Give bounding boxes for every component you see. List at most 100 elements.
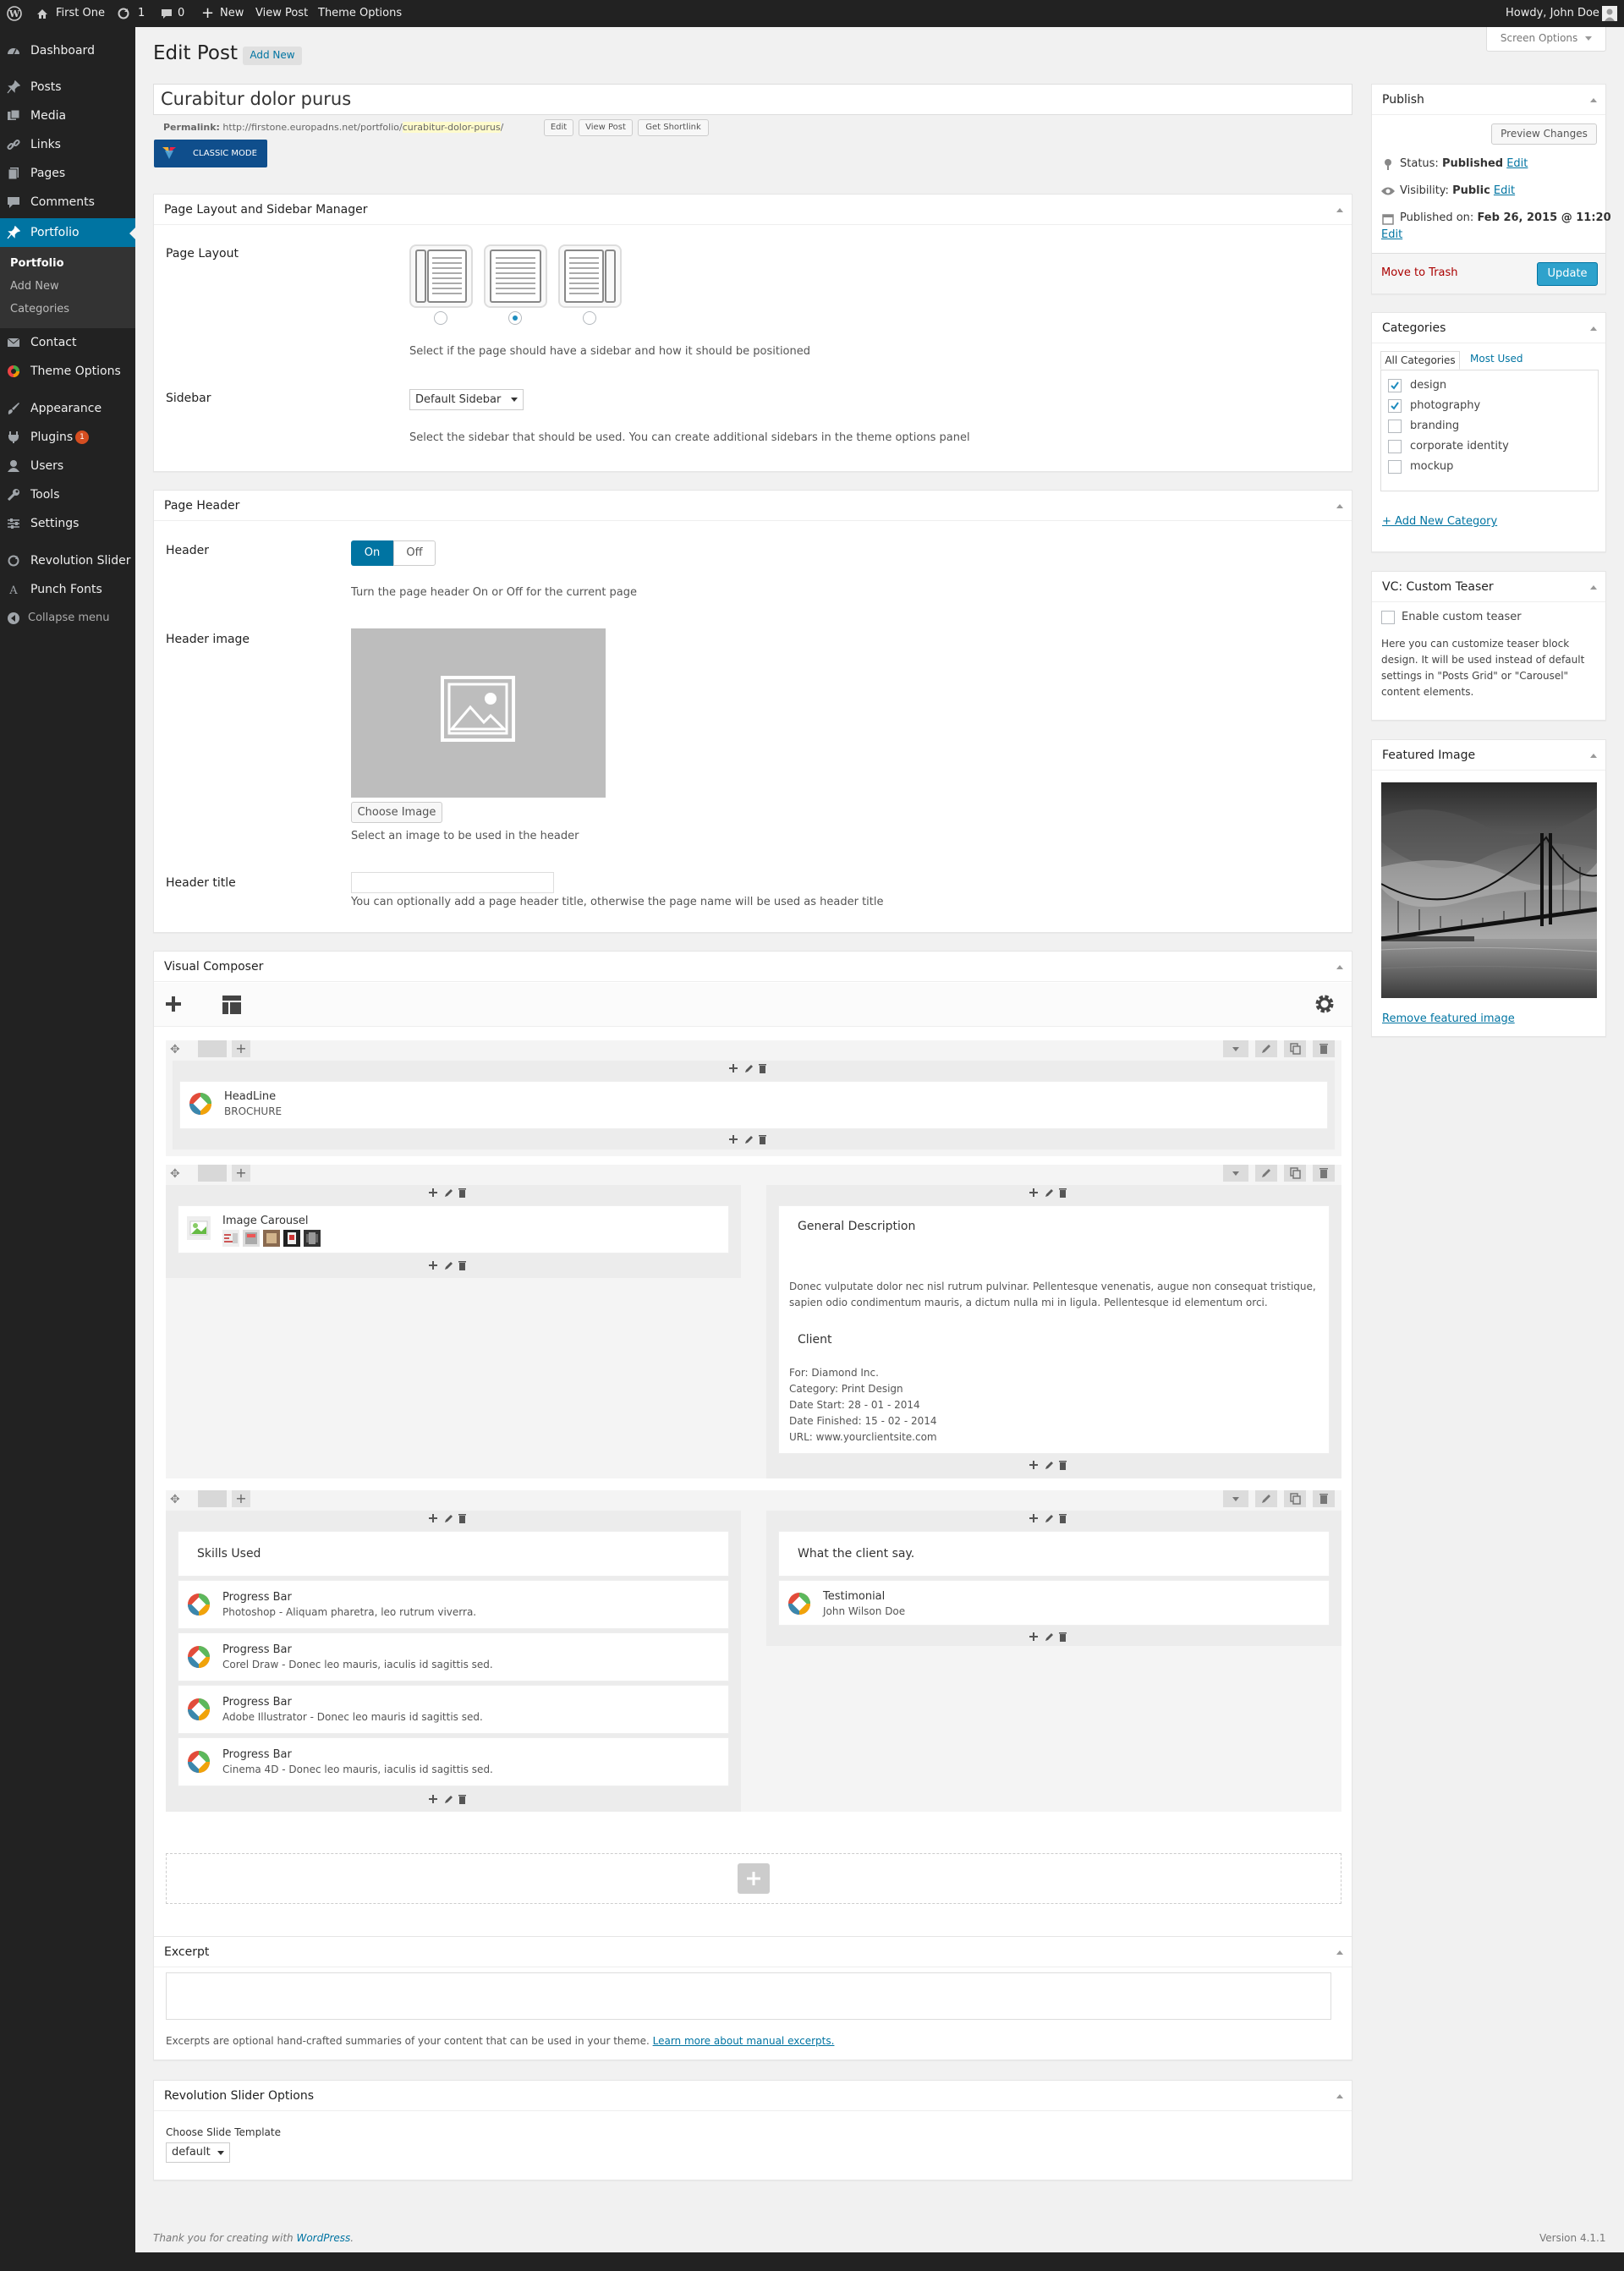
menu-item-plugins[interactable]: Plugins 1 [0, 423, 135, 452]
client-say-title-element[interactable]: What the client say. [778, 1531, 1330, 1577]
excerpt-learn-more-link[interactable]: Learn more about manual excerpts. [653, 2035, 835, 2047]
box-title[interactable]: VC: Custom Teaser [1372, 572, 1605, 602]
featured-image[interactable] [1381, 782, 1597, 998]
menu-item-pages[interactable]: Pages [0, 159, 135, 188]
toggle-arrow-icon[interactable] [1336, 2094, 1343, 2098]
visibility-edit-link[interactable]: Edit [1494, 184, 1515, 197]
row-layout-control[interactable] [198, 1165, 227, 1182]
menu-item-dashboard[interactable]: Dashboard [0, 36, 135, 65]
row-layout-control[interactable] [198, 1490, 227, 1507]
category-checkbox[interactable] [1388, 460, 1402, 474]
preview-changes-button[interactable]: Preview Changes [1491, 123, 1597, 145]
published-edit-link[interactable]: Edit [1381, 228, 1402, 241]
menu-item-theme-options[interactable]: Theme Options [0, 357, 135, 386]
new-link[interactable]: New [220, 0, 244, 27]
toggle-arrow-icon[interactable] [1336, 965, 1343, 969]
headline-element[interactable]: HeadLine BROCHURE [179, 1081, 1328, 1129]
view-post-button[interactable]: View Post [579, 119, 633, 136]
screen-options-button[interactable]: Screen Options [1486, 27, 1606, 52]
clone-icon[interactable] [1284, 1165, 1306, 1182]
enable-teaser-checkbox[interactable] [1381, 611, 1395, 624]
view-post-link[interactable]: View Post [255, 0, 308, 27]
box-title[interactable]: Page Layout and Sidebar Manager [154, 195, 1352, 225]
permalink-slug[interactable]: curabitur-dolor-purus [402, 122, 501, 133]
menu-item-posts[interactable]: Posts [0, 73, 135, 101]
box-title[interactable]: Publish [1372, 85, 1605, 115]
menu-item-settings[interactable]: Settings [0, 509, 135, 538]
toggle-arrow-icon[interactable] [1590, 754, 1597, 758]
plus-icon[interactable]: + [201, 0, 214, 27]
column-controls[interactable] [1029, 1457, 1079, 1473]
trash-icon[interactable] [1313, 1040, 1335, 1057]
header-on-button[interactable]: On [351, 540, 393, 566]
column-controls[interactable] [728, 1061, 779, 1076]
layout-right-sidebar-option[interactable] [558, 244, 622, 308]
column-controls[interactable] [428, 1791, 479, 1807]
tab-most-used[interactable]: Most Used [1470, 353, 1523, 365]
toggle-arrow-icon[interactable] [1336, 208, 1343, 212]
category-checkbox[interactable] [1388, 440, 1402, 453]
column-controls[interactable] [428, 1185, 479, 1200]
toggle-arrow-icon[interactable] [1336, 1950, 1343, 1955]
column-controls[interactable] [1029, 1629, 1079, 1644]
column-controls[interactable] [728, 1132, 779, 1147]
submenu-portfolio[interactable]: Portfolio [10, 255, 64, 272]
toggle-arrow-icon[interactable] [1590, 98, 1597, 102]
pencil-icon[interactable] [1255, 1165, 1277, 1182]
status-edit-link[interactable]: Edit [1506, 157, 1528, 170]
layout-left-sidebar-option[interactable] [409, 244, 473, 308]
drag-handle-icon[interactable]: ✥ [170, 1493, 180, 1506]
header-title-input[interactable] [351, 872, 554, 893]
update-button[interactable]: Update [1537, 262, 1598, 286]
updates-count[interactable]: 1 [138, 0, 145, 27]
chevron-down-icon[interactable] [1223, 1040, 1248, 1057]
comments-icon[interactable] [160, 0, 173, 27]
toggle-arrow-icon[interactable] [1336, 504, 1343, 508]
remove-featured-image-link[interactable]: Remove featured image [1382, 1012, 1515, 1025]
box-title[interactable]: Excerpt [154, 1937, 1352, 1967]
menu-item-tools[interactable]: Tools [0, 480, 135, 509]
templates-icon[interactable] [222, 995, 242, 1015]
clone-icon[interactable] [1284, 1490, 1306, 1507]
howdy-user[interactable]: Howdy, John Doe [1506, 0, 1599, 27]
menu-item-appearance[interactable]: Appearance [0, 394, 135, 423]
category-checkbox[interactable] [1388, 379, 1402, 392]
chevron-down-icon[interactable] [1223, 1165, 1248, 1182]
menu-item-contact[interactable]: Contact [0, 328, 135, 357]
skills-title-element[interactable]: Skills Used [178, 1531, 729, 1577]
add-row-plus-icon[interactable] [738, 1863, 770, 1894]
column-controls[interactable] [428, 1511, 479, 1526]
box-title[interactable]: Categories [1372, 313, 1605, 343]
pencil-icon[interactable] [1255, 1040, 1277, 1057]
add-new-category-link[interactable]: + Add New Category [1382, 515, 1497, 528]
add-row-area[interactable] [166, 1853, 1341, 1904]
header-image-placeholder[interactable] [351, 628, 606, 798]
tab-all-categories[interactable]: All Categories [1380, 351, 1460, 370]
theme-options-link[interactable]: Theme Options [318, 0, 402, 27]
box-title[interactable]: Visual Composer [154, 952, 1352, 982]
site-name-link[interactable]: First One [56, 0, 105, 27]
get-shortlink-button[interactable]: Get Shortlink [638, 119, 709, 136]
drag-handle-icon[interactable]: ✥ [170, 1167, 180, 1181]
pencil-icon[interactable] [1255, 1490, 1277, 1507]
column-controls[interactable] [428, 1258, 479, 1273]
submenu-add-new[interactable]: Add New [10, 278, 59, 295]
row-add-column-icon[interactable]: + [232, 1165, 250, 1182]
add-element-icon[interactable] [164, 995, 183, 1013]
post-title-input[interactable]: Curabitur dolor purus [153, 84, 1352, 115]
trash-icon[interactable] [1313, 1165, 1335, 1182]
column-controls[interactable] [1029, 1511, 1079, 1526]
slide-template-select[interactable]: default [166, 2142, 230, 2163]
box-title[interactable]: Page Header [154, 491, 1352, 521]
menu-item-revolution-slider[interactable]: Revolution Slider [0, 546, 135, 575]
clone-icon[interactable] [1284, 1040, 1306, 1057]
row-add-column-icon[interactable]: + [232, 1490, 250, 1507]
progress-bar-element[interactable]: Progress Bar Corel Draw - Donec leo maur… [178, 1632, 729, 1681]
classic-mode-button[interactable]: CLASSIC MODE [154, 140, 267, 167]
category-checkbox[interactable] [1388, 420, 1402, 433]
add-new-button[interactable]: Add New [243, 47, 302, 65]
drag-handle-icon[interactable]: ✥ [170, 1043, 180, 1056]
avatar[interactable] [1602, 6, 1617, 21]
footer-wordpress-link[interactable]: WordPress [296, 2232, 350, 2244]
progress-bar-element[interactable]: Progress Bar Adobe Illustrator - Donec l… [178, 1685, 729, 1734]
